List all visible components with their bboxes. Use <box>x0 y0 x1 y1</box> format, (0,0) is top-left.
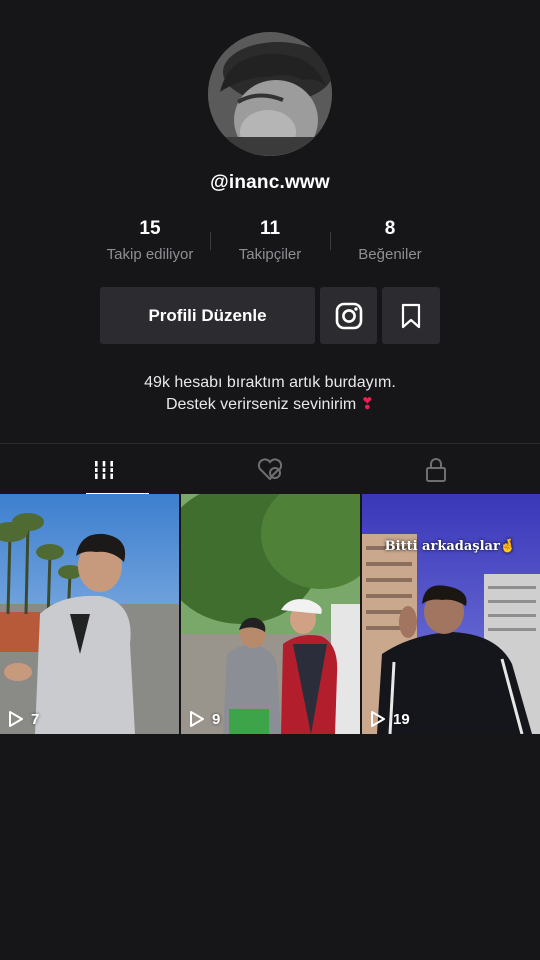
video-caption-overlay: Bitti arkadaşlar🤞 <box>384 539 516 554</box>
video-thumbnail[interactable]: Bitti arkadaşlar🤞 19 <box>362 494 540 734</box>
profile-avatar[interactable] <box>208 32 332 156</box>
video-thumbnail[interactable]: 7 <box>0 494 179 734</box>
profile-bio: 49k hesabı bıraktım artık burdayım. Dest… <box>0 372 540 416</box>
bio-line-1: 49k hesabı bıraktım artık burdayım. <box>144 374 396 391</box>
profile-tabs <box>0 443 540 495</box>
stat-followers-label: Takipçiler <box>238 246 302 263</box>
favorites-button[interactable] <box>382 287 440 344</box>
videos-grid-icon <box>93 460 115 479</box>
stat-likes[interactable]: 8 Beğeniler <box>330 218 450 263</box>
video-thumbnail-image <box>181 494 360 734</box>
play-icon <box>190 711 204 727</box>
profile-stats: 15 Takip ediliyor 11 Takipçiler 8 Beğeni… <box>0 218 540 268</box>
video-thumbnail-image <box>0 494 179 734</box>
liked-videos-icon <box>257 457 283 480</box>
stat-following[interactable]: 15 Takip ediliyor <box>90 218 210 263</box>
stat-likes-label: Beğeniler <box>358 246 422 263</box>
lock-icon <box>426 457 446 482</box>
stat-following-count: 15 <box>139 218 161 239</box>
stat-followers[interactable]: 11 Takipçiler <box>210 218 330 263</box>
play-icon <box>371 711 385 727</box>
tab-videos[interactable] <box>14 444 194 495</box>
bio-line-2: Destek verirseniz sevinirim ❣ <box>0 394 540 416</box>
stat-followers-count: 11 <box>259 218 281 239</box>
bookmark-icon <box>401 303 421 328</box>
video-thumbnail-image <box>362 494 540 734</box>
video-views: 9 <box>212 710 221 728</box>
video-view-count: 9 <box>189 710 220 728</box>
instagram-button[interactable] <box>320 287 377 344</box>
video-grid: 7 9 Bitti arkadaşlar🤞 19 <box>0 494 540 734</box>
play-icon <box>9 711 23 727</box>
edit-profile-button[interactable]: Profili Düzenle <box>100 287 315 344</box>
video-thumbnail[interactable]: 9 <box>181 494 360 734</box>
heart-emoji: ❣ <box>360 396 375 413</box>
tab-private[interactable] <box>346 444 526 495</box>
avatar-photo <box>208 32 332 156</box>
bio-line-2-text: Destek verirseniz sevinirim <box>165 396 357 413</box>
video-views: 19 <box>393 710 410 728</box>
video-views: 7 <box>31 710 40 728</box>
stat-likes-count: 8 <box>384 218 396 239</box>
instagram-icon <box>335 302 362 329</box>
stat-following-label: Takip ediliyor <box>106 246 194 263</box>
video-view-count: 7 <box>8 710 39 728</box>
video-view-count: 19 <box>370 710 410 728</box>
tab-liked[interactable] <box>180 444 360 495</box>
profile-actions: Profili Düzenle <box>0 287 540 345</box>
profile-username: @inanc.www <box>210 172 330 193</box>
